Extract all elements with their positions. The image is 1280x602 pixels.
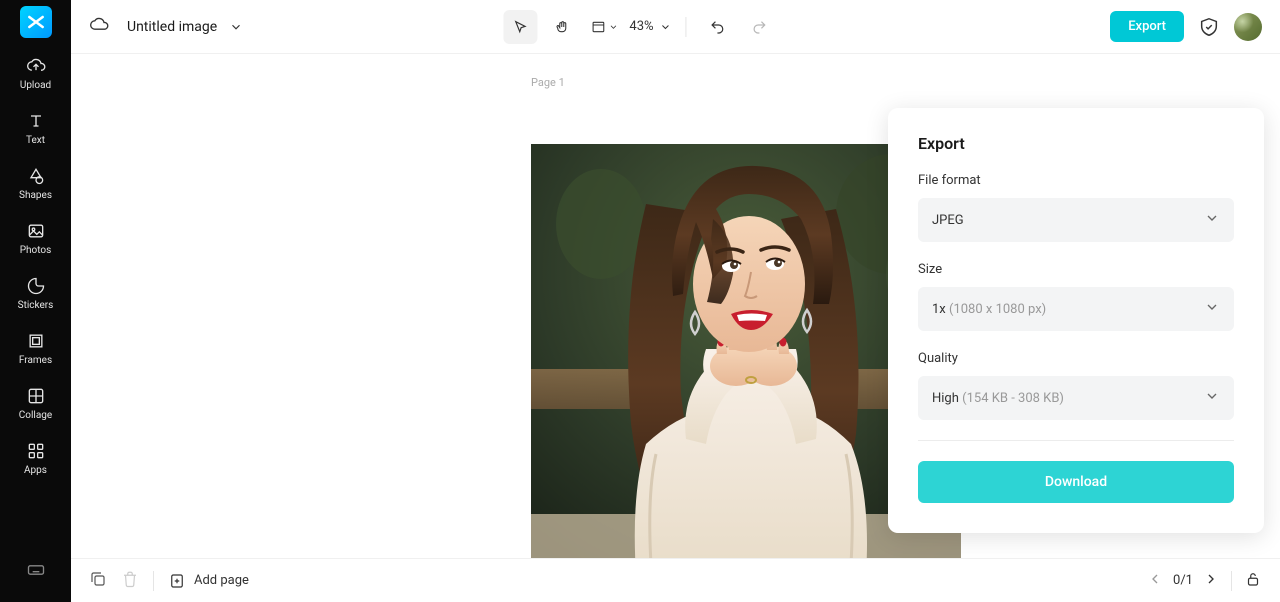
size-value: 1x (1080 x 1080 px) (932, 302, 1046, 317)
canvas-area[interactable]: Page 1 (71, 54, 1280, 558)
zoom-control[interactable]: 43% (629, 19, 671, 34)
sidebar-item-label: Stickers (18, 300, 54, 311)
quality-select[interactable]: High (154 KB - 308 KB) (918, 376, 1234, 420)
sidebar-item-label: Frames (19, 355, 52, 366)
shapes-icon (26, 166, 46, 186)
quality-label: Quality (918, 351, 1234, 366)
sidebar-item-label: Text (26, 135, 45, 146)
photos-icon (26, 221, 46, 241)
main-area: Untitled image 43% Export Page 1 (71, 0, 1280, 602)
zoom-value: 43% (629, 19, 653, 34)
collage-icon (26, 386, 46, 406)
sidebar-item-collage[interactable]: Collage (0, 376, 71, 431)
sidebar-item-label: Apps (24, 465, 47, 476)
export-panel: Export File format JPEG Size 1x (1080 x … (888, 108, 1264, 533)
prev-page-button[interactable] (1147, 571, 1163, 591)
lock-icon[interactable] (1244, 570, 1262, 592)
file-format-value: JPEG (932, 213, 964, 228)
text-icon (26, 111, 46, 131)
chevron-down-icon (229, 20, 243, 34)
chevron-down-icon (1204, 388, 1220, 408)
app-logo[interactable] (20, 6, 52, 38)
redo-button[interactable] (743, 10, 777, 44)
frames-icon (26, 331, 46, 351)
chevron-down-icon (1204, 210, 1220, 230)
sidebar-item-upload[interactable]: Upload (0, 46, 71, 101)
document-title[interactable]: Untitled image (127, 19, 243, 35)
quality-value: High (154 KB - 308 KB) (932, 391, 1064, 406)
sidebar-item-label: Shapes (19, 190, 52, 201)
document-title-text: Untitled image (127, 19, 217, 35)
size-label: Size (918, 262, 1234, 277)
add-page-label: Add page (194, 573, 249, 588)
next-page-button[interactable] (1203, 571, 1219, 591)
duplicate-page-icon[interactable] (89, 570, 107, 592)
page-indicator: 0/1 (1173, 573, 1193, 588)
delete-page-icon[interactable] (121, 570, 139, 592)
bottom-bar: Add page 0/1 (71, 558, 1280, 602)
file-format-select[interactable]: JPEG (918, 198, 1234, 242)
sidebar-item-label: Collage (19, 410, 52, 421)
undo-button[interactable] (701, 10, 735, 44)
apps-icon (26, 441, 46, 461)
sidebar-item-stickers[interactable]: Stickers (0, 266, 71, 321)
keyboard-shortcuts-icon[interactable] (26, 560, 46, 584)
export-button[interactable]: Export (1110, 11, 1184, 42)
sidebar: Upload Text Shapes Photos Stickers Frame… (0, 0, 71, 602)
cloud-sync-icon[interactable] (89, 15, 109, 39)
select-tool[interactable] (503, 10, 537, 44)
sidebar-item-label: Upload (20, 80, 51, 91)
sidebar-item-photos[interactable]: Photos (0, 211, 71, 266)
sidebar-item-frames[interactable]: Frames (0, 321, 71, 376)
shield-icon[interactable] (1198, 16, 1220, 38)
sidebar-item-label: Photos (20, 245, 52, 256)
page-navigation: 0/1 (1147, 571, 1219, 591)
export-panel-title: Export (918, 134, 1234, 153)
sidebar-item-text[interactable]: Text (0, 101, 71, 156)
download-button[interactable]: Download (918, 461, 1234, 503)
sidebar-item-apps[interactable]: Apps (0, 431, 71, 486)
add-page-icon (168, 572, 186, 590)
file-format-label: File format (918, 173, 1234, 188)
user-avatar[interactable] (1234, 13, 1262, 41)
page-label: Page 1 (531, 76, 565, 89)
top-bar: Untitled image 43% Export (71, 0, 1280, 54)
add-page-button[interactable]: Add page (168, 572, 249, 590)
chevron-down-icon (660, 21, 672, 33)
upload-icon (26, 56, 46, 76)
sidebar-item-shapes[interactable]: Shapes (0, 156, 71, 211)
hand-tool[interactable] (545, 10, 579, 44)
stickers-icon (26, 276, 46, 296)
layout-tool[interactable] (587, 10, 621, 44)
chevron-down-icon (1204, 299, 1220, 319)
size-select[interactable]: 1x (1080 x 1080 px) (918, 287, 1234, 331)
